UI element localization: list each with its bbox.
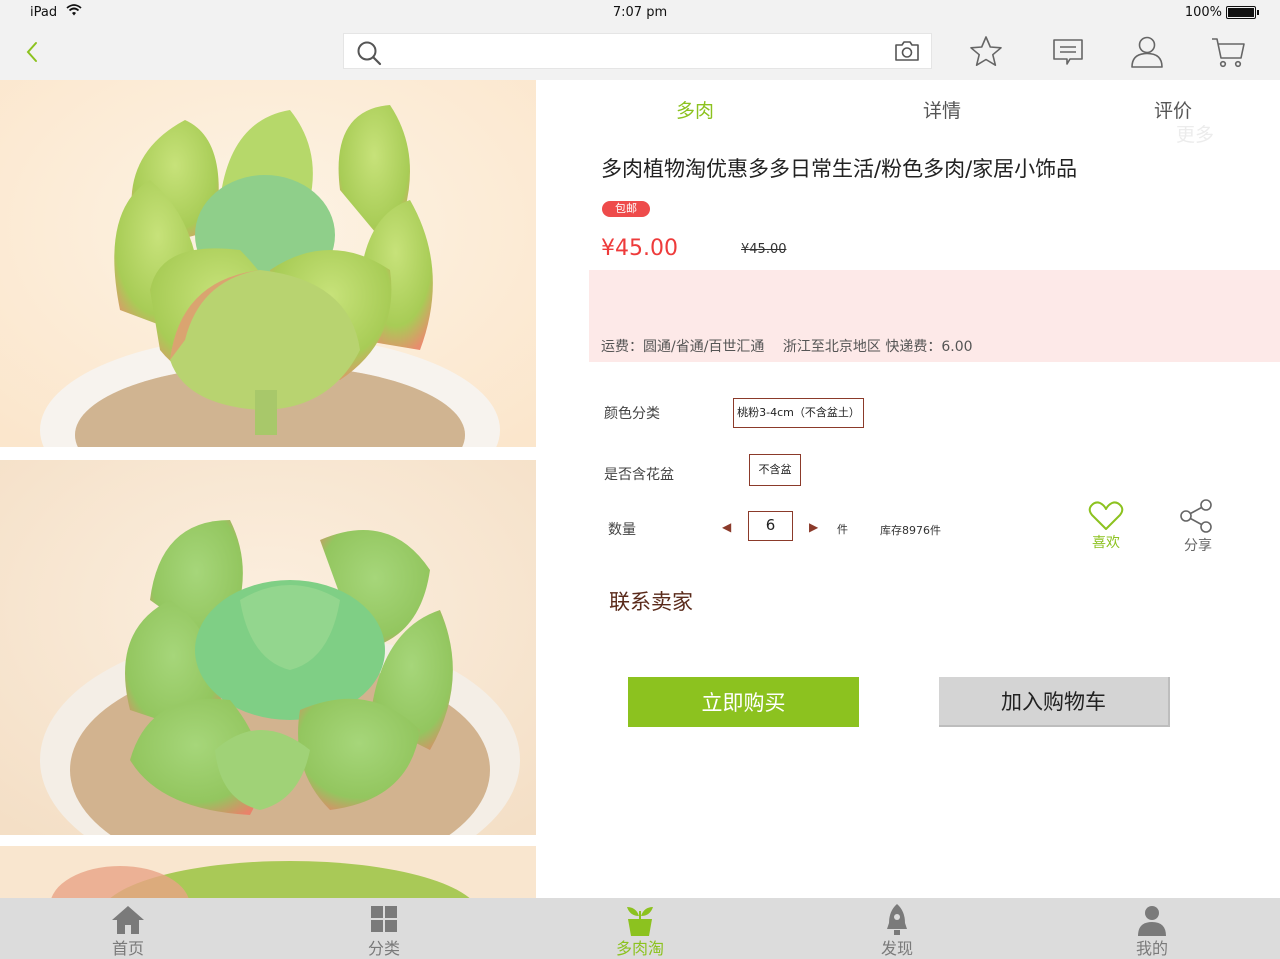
tab-succulent-shop-label: 多肉淘 — [615, 939, 664, 958]
back-chevron-icon — [26, 42, 37, 62]
price: ¥45.00 — [601, 236, 678, 261]
shipping-panel: 运费：圆通/省通/百世汇通 浙江至北京地区 快递费：6.00 — [589, 270, 1280, 362]
tab-category-label: 分类 — [367, 939, 400, 958]
contact-seller-link[interactable]: 联系卖家 — [609, 586, 693, 616]
like-button[interactable]: 喜欢 — [1086, 500, 1126, 552]
person-icon — [1138, 906, 1166, 936]
tab-home-label: 首页 — [111, 939, 144, 958]
quantity-label: 数量 — [608, 522, 636, 538]
bottom-tab-bar: 首页 分类 多肉淘 发现 我的 — [0, 898, 1280, 959]
tab-details[interactable]: 详情 — [923, 96, 961, 123]
color-option[interactable]: 桃粉3-4cm（不含盆土） — [733, 398, 864, 428]
stock-count: 库存8976件 — [880, 524, 941, 537]
product-photo[interactable] — [0, 80, 536, 447]
message-icon[interactable] — [1050, 34, 1086, 70]
tab-home[interactable]: 首页 — [68, 898, 188, 959]
product-photo[interactable] — [0, 846, 536, 898]
battery-percent: 100% — [1184, 5, 1222, 20]
pot-option[interactable]: 不含盆 — [749, 454, 801, 486]
battery-icon — [1226, 6, 1259, 19]
search-bar — [343, 33, 932, 69]
tab-mine[interactable]: 我的 — [1092, 898, 1212, 959]
rocket-icon — [887, 904, 907, 935]
tab-category[interactable]: 分类 — [324, 898, 444, 959]
product-photo[interactable] — [0, 460, 536, 835]
tab-succulent[interactable]: 多肉 — [676, 96, 714, 123]
share-label: 分享 — [1184, 538, 1212, 554]
home-icon — [112, 906, 144, 934]
heart-icon — [1088, 501, 1124, 530]
plant-pot-icon — [627, 907, 653, 936]
search-input[interactable] — [388, 38, 868, 64]
user-icon[interactable] — [1129, 34, 1165, 70]
star-icon[interactable] — [968, 34, 1004, 70]
grid-icon — [371, 906, 397, 932]
product-gallery[interactable] — [0, 80, 537, 898]
status-time: 7:07 pm — [612, 5, 668, 20]
pot-label: 是否含花盆 — [604, 467, 674, 483]
product-title: 多肉植物淘优惠多多日常生活/粉色多肉/家居小饰品 — [601, 157, 1078, 181]
share-icon — [1180, 499, 1212, 533]
tab-discover-label: 发现 — [880, 939, 913, 958]
tab-mine-label: 我的 — [1135, 939, 1168, 958]
quantity-unit: 件 — [837, 523, 848, 536]
product-tabs: 多肉 详情 评价 — [537, 80, 1280, 136]
original-price: ¥45.00 — [741, 242, 787, 257]
back-button[interactable] — [20, 36, 50, 68]
increase-quantity-icon[interactable]: ▶ — [809, 520, 818, 534]
camera-icon[interactable] — [893, 39, 921, 63]
tab-discover[interactable]: 发现 — [837, 898, 957, 959]
nav-bar — [0, 26, 1280, 80]
tab-succulent-shop[interactable]: 多肉淘 — [580, 898, 700, 959]
shipping-info: 运费：圆通/省通/百世汇通 浙江至北京地区 快递费：6.00 — [601, 339, 973, 355]
buy-now-button[interactable]: 立即购买 — [628, 677, 859, 727]
more-link[interactable]: 更多 — [1176, 120, 1214, 147]
like-label: 喜欢 — [1092, 535, 1120, 551]
add-to-cart-button[interactable]: 加入购物车 — [939, 677, 1170, 727]
share-button[interactable]: 分享 — [1176, 498, 1220, 554]
status-bar: iPad 7:07 pm 100% — [0, 0, 1280, 26]
decrease-quantity-icon[interactable]: ◀ — [722, 520, 731, 534]
free-shipping-badge: 包邮 — [602, 201, 650, 217]
quantity-input[interactable]: 6 — [748, 511, 793, 541]
color-label: 颜色分类 — [604, 406, 660, 422]
tab-reviews[interactable]: 评价 — [1154, 96, 1192, 123]
cart-icon[interactable] — [1210, 34, 1246, 70]
search-icon[interactable] — [356, 40, 382, 66]
